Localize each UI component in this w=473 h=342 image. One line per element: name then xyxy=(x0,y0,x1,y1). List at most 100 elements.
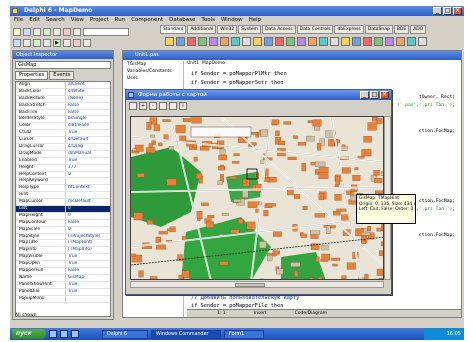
new-icon[interactable] xyxy=(13,27,21,36)
property-row[interactable]: MapStyle (TProjectStyle) xyxy=(16,233,110,241)
property-row[interactable]: Name GisMap xyxy=(16,274,110,282)
property-value[interactable]: bsSingle xyxy=(66,116,87,122)
pan-icon[interactable] xyxy=(159,102,167,110)
task-form1[interactable]: Form1 xyxy=(224,329,264,339)
property-value[interactable]: False xyxy=(66,220,79,226)
property-row[interactable]: DragMode dmManual xyxy=(16,150,110,158)
new-form-icon[interactable] xyxy=(43,38,51,47)
menu-item[interactable]: Component xyxy=(131,16,163,25)
info-icon[interactable]: i xyxy=(179,102,187,110)
palette-tab[interactable]: Data Access xyxy=(262,25,296,34)
palette-tab[interactable]: dbExpress xyxy=(334,25,364,34)
palette-tab[interactable]: Standard xyxy=(160,25,187,34)
property-row[interactable]: MapVisible True xyxy=(16,254,110,262)
map-horizontal-scrollbar[interactable] xyxy=(130,281,384,288)
component-icon[interactable] xyxy=(297,37,306,46)
menu-item[interactable]: Database xyxy=(169,16,195,25)
component-icon[interactable] xyxy=(220,37,229,46)
menu-item[interactable]: Help xyxy=(249,16,262,25)
property-row[interactable]: HelpContext 0 xyxy=(16,171,110,179)
component-icon[interactable] xyxy=(396,37,405,46)
property-row[interactable]: Ctl3D True xyxy=(16,130,110,138)
component-icon[interactable] xyxy=(231,37,240,46)
tab-properties[interactable]: Properties xyxy=(15,71,49,80)
property-value[interactable]: htContext xyxy=(66,185,90,191)
quick-launch-ie-icon[interactable] xyxy=(49,330,57,338)
property-row[interactable]: BackColor clWhite xyxy=(16,88,110,96)
palette-tab[interactable]: System xyxy=(238,25,262,34)
component-icon[interactable] xyxy=(385,37,394,46)
property-row[interactable]: DragCursor crDrag xyxy=(16,144,110,151)
city-map[interactable] xyxy=(130,116,384,280)
property-row[interactable]: MapCursor mcDefault xyxy=(16,199,110,207)
task-windows-commander[interactable]: Windows Commander xyxy=(151,329,221,339)
tree-node[interactable]: Variables/Constants xyxy=(127,68,183,75)
tree-node[interactable]: TGisMap xyxy=(127,61,183,68)
component-icon[interactable] xyxy=(418,37,427,46)
property-value[interactable]: True xyxy=(66,261,77,267)
palette-tab[interactable]: Data Controls xyxy=(296,25,334,34)
property-row[interactable]: PanelDial True xyxy=(16,288,110,296)
menu-item[interactable]: Tools xyxy=(201,16,215,25)
property-value[interactable]: GisMap xyxy=(66,275,84,281)
component-icon[interactable] xyxy=(341,37,350,46)
property-row[interactable]: HelpType htContext xyxy=(16,185,110,193)
property-value[interactable]: 0 xyxy=(66,206,71,212)
quick-launch-outlook-icon[interactable] xyxy=(71,330,79,338)
palette-tab[interactable]: BDE xyxy=(393,25,410,34)
component-icon[interactable] xyxy=(253,37,262,46)
component-icon[interactable] xyxy=(198,37,207,46)
property-value[interactable]: 0 xyxy=(66,227,71,233)
component-icon[interactable] xyxy=(363,37,372,46)
property-row[interactable]: Height 177 xyxy=(16,164,110,172)
trace-icon[interactable] xyxy=(83,38,91,47)
component-icon[interactable] xyxy=(352,37,361,46)
property-row[interactable]: Hint xyxy=(16,192,110,200)
select-icon[interactable] xyxy=(169,102,177,110)
step-icon[interactable] xyxy=(73,38,81,47)
palette-tab[interactable]: Win32 xyxy=(217,25,238,34)
property-value[interactable]: 177 xyxy=(66,165,76,171)
zoom-out-icon[interactable]: - xyxy=(149,102,157,110)
property-row[interactable]: Align alClient xyxy=(16,82,110,89)
property-row[interactable]: Color clBtnFace xyxy=(16,123,110,131)
property-row[interactable]: Enabled True xyxy=(16,157,110,165)
property-row[interactable]: PopupMenu xyxy=(16,295,110,303)
property-value[interactable]: (None) xyxy=(66,96,83,102)
property-row[interactable]: MapScale 0 xyxy=(16,226,110,234)
property-row[interactable]: MapHeight 0 xyxy=(16,212,110,220)
maximize-button[interactable]: □ xyxy=(443,7,452,15)
zoom-in-icon[interactable]: + xyxy=(139,102,147,110)
start-button[interactable]: пуск xyxy=(12,329,46,339)
property-row[interactable]: Left 0 xyxy=(16,206,110,213)
property-row[interactable]: Cursor crDefault xyxy=(16,137,110,145)
property-value[interactable]: False xyxy=(66,110,79,116)
component-icon[interactable] xyxy=(308,37,317,46)
toggle-icon[interactable] xyxy=(33,38,41,47)
component-icon[interactable] xyxy=(264,37,273,46)
property-value[interactable]: True xyxy=(66,130,77,136)
property-value[interactable]: 0 xyxy=(66,172,71,178)
menu-item[interactable]: Edit xyxy=(29,16,40,25)
tab-events[interactable]: Events xyxy=(49,71,75,80)
menu-item[interactable]: Search xyxy=(46,16,65,25)
save-icon[interactable] xyxy=(33,27,41,36)
minimize-button[interactable]: _ xyxy=(433,7,442,15)
component-icon[interactable] xyxy=(187,37,196,46)
property-value[interactable] xyxy=(66,178,68,184)
property-value[interactable]: True xyxy=(66,158,77,164)
desktop-select[interactable] xyxy=(83,27,129,36)
dialog-minimize-button[interactable]: _ xyxy=(360,91,369,99)
map-canvas[interactable] xyxy=(131,117,384,280)
property-row[interactable]: MapperFull False xyxy=(16,268,110,275)
code-diagram-tab[interactable]: Code/Diagram xyxy=(295,310,327,317)
component-icon[interactable] xyxy=(242,37,251,46)
remove-file-icon[interactable] xyxy=(73,27,81,36)
palette-tab[interactable]: Additional xyxy=(187,25,217,34)
quick-launch-desktop-icon[interactable] xyxy=(60,330,68,338)
property-value[interactable]: True xyxy=(66,254,77,260)
property-row[interactable]: BackStretch False xyxy=(16,102,110,110)
property-value[interactable]: mcDefault xyxy=(66,199,91,205)
property-value[interactable]: clBtnFace xyxy=(66,123,89,129)
property-value[interactable]: (TProjectStyle) xyxy=(66,234,100,240)
